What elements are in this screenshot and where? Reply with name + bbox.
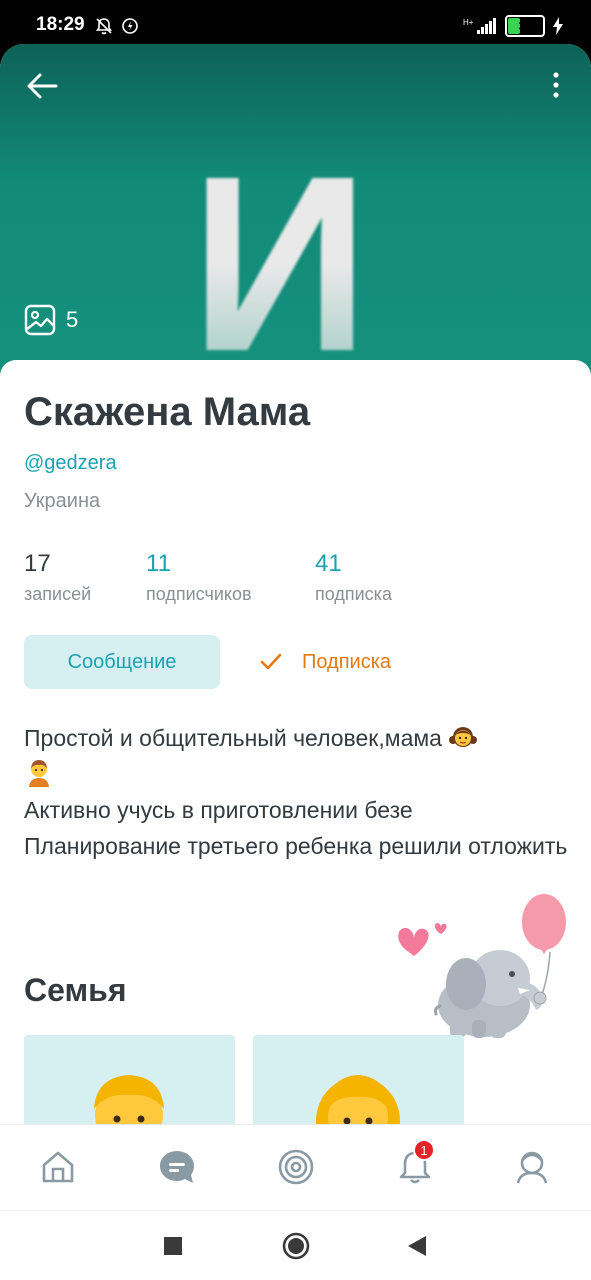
check-icon — [260, 653, 282, 670]
subscribe-button[interactable]: Подписка — [258, 635, 391, 689]
back-nav-button[interactable] — [402, 1231, 432, 1261]
stat-posts[interactable]: 17 записей — [24, 550, 91, 605]
battery-level: 32 — [518, 19, 532, 33]
bio-line-1-text: Простой и общительный человек,мама — [24, 725, 442, 751]
status-icons-left — [94, 16, 140, 36]
tab-profile[interactable] — [512, 1147, 552, 1187]
home-icon — [42, 1151, 74, 1183]
cover-image[interactable]: И 5 — [0, 44, 591, 384]
status-icons-right: H+ 32 — [463, 15, 563, 37]
image-icon — [24, 304, 56, 336]
square-icon — [164, 1237, 182, 1255]
svg-text:H+: H+ — [463, 18, 474, 27]
bio-line-3: Планирование третьего ребенка решили отл… — [24, 833, 568, 859]
stat-following[interactable]: 41 подписка — [315, 550, 392, 605]
more-vertical-icon — [553, 72, 559, 98]
more-menu-button[interactable] — [541, 70, 571, 100]
arrow-left-icon — [27, 73, 58, 99]
profile-icon — [516, 1151, 548, 1184]
message-button[interactable]: Сообщение — [24, 635, 220, 689]
stat-posts-value: 17 — [24, 550, 51, 577]
home-nav-button[interactable] — [281, 1231, 311, 1261]
stat-following-value: 41 — [315, 550, 342, 577]
profile-name: Скажена Мама — [24, 390, 311, 434]
tab-messages[interactable] — [157, 1147, 197, 1187]
triangle-back-icon — [408, 1236, 426, 1256]
tab-home[interactable] — [38, 1147, 78, 1187]
chat-icon — [160, 1151, 194, 1183]
person-emoji-icon — [29, 760, 49, 787]
status-time: 18:29 — [36, 14, 85, 35]
stat-followers-value: 11 — [146, 550, 171, 577]
power-saver-icon — [122, 18, 138, 34]
circle-icon — [282, 1232, 310, 1260]
profile-screen: И 5 Скажена Мама @gedzera Украина 17 зап… — [0, 44, 591, 1280]
charging-icon — [553, 17, 563, 35]
battery-icon: 32 — [505, 15, 545, 37]
family-section-title: Семья — [24, 972, 127, 1008]
bio-line-2: Активно учусь в приготовлении безе — [24, 797, 413, 823]
signal-icon: H+ — [463, 18, 496, 34]
profile-location: Украина — [24, 490, 101, 512]
profile-bio: Простой и общительный человек,мама Актив… — [24, 720, 569, 864]
back-button[interactable] — [24, 68, 64, 104]
profile-handle[interactable]: @gedzera — [24, 452, 117, 475]
recents-button[interactable] — [158, 1231, 188, 1261]
notification-badge: 1 — [413, 1139, 435, 1161]
bell-off-icon — [95, 18, 113, 35]
tab-notifications[interactable]: 1 — [395, 1139, 435, 1187]
photos-counter[interactable]: 5 — [24, 304, 78, 336]
stat-followers[interactable]: 11 подписчиков — [146, 550, 252, 605]
subscribe-label: Подписка — [302, 650, 392, 673]
bio-line-1: Простой и общительный человек,мама — [24, 720, 569, 756]
stat-followers-label: подписчиков — [146, 584, 252, 604]
tab-discover[interactable] — [276, 1147, 316, 1187]
system-navigation-bar — [0, 1210, 591, 1280]
bottom-tab-bar: 1 — [0, 1124, 591, 1211]
target-icon — [278, 1149, 314, 1185]
stat-following-label: подписка — [315, 584, 392, 604]
stat-posts-label: записей — [24, 584, 92, 604]
elephant-sticker-icon — [398, 894, 566, 1038]
photos-count: 5 — [66, 307, 79, 332]
girl-emoji-icon — [448, 727, 477, 747]
bio-emoji-line — [24, 756, 569, 792]
